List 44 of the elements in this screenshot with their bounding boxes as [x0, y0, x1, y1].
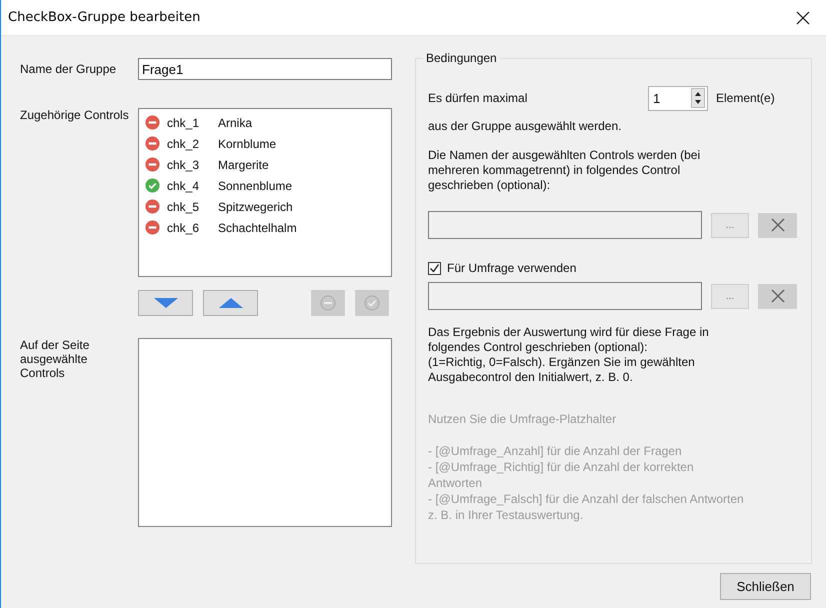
control-name: chk_5	[167, 200, 200, 214]
survey-control-field[interactable]	[428, 282, 702, 310]
output-control-field[interactable]	[428, 211, 702, 239]
field-label: Auf der Seite ausgewählte Controls	[20, 338, 90, 382]
control-text: Margerite	[218, 158, 269, 172]
control-text: Kornblume	[218, 136, 276, 150]
x-icon	[770, 218, 784, 232]
output-description: Die Namen der ausgewählten Controls werden (bei mehreren kommagetrennt) in folgendes Control geschrieben (optional):	[428, 148, 702, 193]
count-spinner[interactable]: 1	[648, 86, 708, 110]
browse-button[interactable]: ...	[711, 284, 749, 308]
checkbox-label: Für Umfrage verwenden	[447, 261, 576, 275]
move-down-button[interactable]	[138, 290, 193, 316]
control-name: chk_6	[167, 220, 200, 234]
window-title: CheckBox-Gruppe bearbeiten	[8, 10, 200, 25]
placeholder-hints: - [@Umfrage_Anzahl] für die Anzahl der Fragen - [@Umfrage_Richtig] für die Anzahl der korrekten Antworten - [@Umfrage_Falsch] für die Anzahl der falschen Antworten z. B. in Ihrer Testauswertung.	[428, 443, 745, 523]
group-name-field[interactable]: Frage1	[138, 58, 392, 80]
control-name: chk_1	[167, 116, 200, 130]
result-description: Das Ergebnis der Auswertung wird für diese Frage in folgendes Control geschrieben (optional): (1=Richtig, 0=Falsch). Ergänzen Sie im gewählten Ausgabecontrol den Initialwert, z. B. 0.	[428, 325, 710, 385]
control-text: Spitzwegerich	[218, 200, 293, 214]
move-up-button[interactable]	[203, 290, 258, 316]
close-button[interactable]: Schließen	[720, 573, 811, 600]
down-triangle-icon	[152, 297, 178, 309]
control-name: chk_2	[167, 136, 200, 150]
field-label: Name der Gruppe	[20, 62, 118, 76]
control-text: Arnika	[218, 116, 252, 130]
browse-button[interactable]: ...	[711, 212, 749, 238]
field-label: Zugehörige Controls	[20, 108, 130, 124]
unit-label: Element(e)	[716, 91, 775, 105]
controls-list[interactable]: chk_1 Arnika chk_2 Kornblume chk_3 Margerite chk_4 Sonnenblume chk_5 Spitzwegerich chk_6 Schachtelhalm	[138, 108, 392, 277]
close-icon[interactable]	[796, 10, 810, 24]
control-name: chk_4	[167, 178, 200, 192]
up-triangle-icon	[218, 297, 244, 309]
spinner-arrows-icon[interactable]	[691, 88, 705, 108]
x-icon	[770, 289, 784, 303]
max-suffix-text: aus der Gruppe ausgewählt werden.	[428, 119, 622, 133]
minus-icon	[320, 295, 336, 311]
checkbox[interactable]	[428, 262, 441, 274]
control-text: Schachtelhalm	[218, 220, 297, 234]
hint-title: Nutzen Sie die Umfrage-Platzhalter	[428, 412, 618, 426]
group-legend: Bedingungen	[423, 51, 500, 65]
max-label: Es dürfen maximal	[428, 91, 528, 105]
control-name: chk_3	[167, 158, 200, 172]
control-text: Sonnenblume	[218, 178, 292, 192]
check-icon	[364, 295, 380, 311]
